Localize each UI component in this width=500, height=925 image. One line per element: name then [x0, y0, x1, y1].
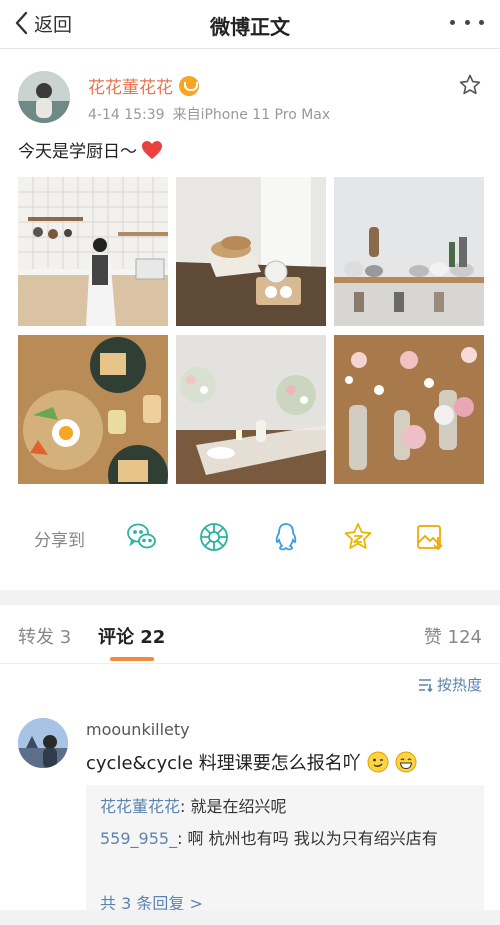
reply-author[interactable]: 559_955_ — [100, 829, 177, 848]
post-meta: 4-14 15:39 来自iPhone 11 Pro Max — [88, 104, 330, 124]
tab-comments[interactable]: 评论 22 — [98, 623, 165, 649]
tab-reposts[interactable]: 转发 3 — [18, 623, 71, 649]
wechat-icon[interactable] — [126, 521, 158, 553]
post-username[interactable]: 花花董花花 — [88, 73, 199, 98]
reply-box[interactable]: 花花董花花: 就是在绍兴呢 559_955_: 啊 杭州也有吗 我以为只有绍兴店… — [86, 785, 484, 925]
photo-breakfast[interactable] — [18, 335, 168, 484]
post-card: 花花董花花 4-14 15:39 来自iPhone 11 Pro Max 今天是学… — [0, 49, 500, 590]
comments-section: 按热度 moounkillety cycle&cycle 料理课要怎么报名吖 花… — [0, 664, 500, 925]
more-options-icon[interactable] — [450, 12, 484, 32]
save-image-icon[interactable] — [414, 521, 446, 553]
moments-icon[interactable] — [198, 521, 230, 553]
nav-bar: 返回 微博正文 — [0, 0, 500, 49]
tab-likes[interactable]: 赞 124 — [424, 623, 482, 649]
reply-item: 花花董花花: 就是在绍兴呢 — [100, 793, 476, 821]
comment-username[interactable]: moounkillety — [86, 720, 190, 739]
photo-flower-table[interactable] — [176, 335, 326, 484]
qzone-icon[interactable] — [342, 521, 374, 553]
tab-comments-count: 22 — [140, 627, 166, 648]
qq-icon[interactable] — [270, 521, 302, 553]
favorite-star-icon[interactable] — [458, 73, 482, 97]
bottom-spacer — [0, 910, 500, 925]
sort-label: 按热度 — [436, 676, 482, 694]
page-title: 微博正文 — [210, 15, 290, 39]
photo-flower-vases[interactable] — [334, 335, 484, 484]
avatar[interactable] — [18, 71, 70, 123]
grin-emoji-icon — [395, 751, 417, 773]
post-text: 今天是学厨日～ — [18, 137, 163, 162]
comment-text: cycle&cycle 料理课要怎么报名吖 — [86, 749, 417, 775]
comment-avatar[interactable] — [18, 718, 68, 768]
post-source: 来自iPhone 11 Pro Max — [172, 107, 331, 123]
member-badge-icon — [179, 75, 199, 96]
heart-emoji-icon — [142, 140, 162, 159]
active-tab-indicator — [110, 657, 154, 661]
sort-icon — [418, 678, 433, 692]
comment-text-content: cycle&cycle 料理课要怎么报名吖 — [86, 753, 361, 774]
tab-likes-count: 124 — [447, 627, 482, 648]
tab-reposts-count: 3 — [59, 627, 72, 648]
photo-grid — [18, 177, 484, 484]
interaction-tabs: 转发 3 评论 22 赞 124 — [0, 605, 500, 664]
post-text-content: 今天是学厨日～ — [18, 142, 137, 162]
reply-text: : 啊 杭州也有吗 我以为只有绍兴店有 — [177, 829, 438, 848]
share-label: 分享到 — [34, 531, 85, 551]
post-time: 4-14 15:39 — [88, 107, 165, 123]
wink-emoji-icon — [367, 751, 389, 773]
reply-author[interactable]: 花花董花花 — [100, 797, 180, 816]
share-row: 分享到 — [0, 517, 500, 557]
photo-bread-table[interactable] — [176, 177, 326, 326]
reply-item: 559_955_: 啊 杭州也有吗 我以为只有绍兴店有 — [100, 825, 476, 853]
reply-text: : 就是在绍兴呢 — [180, 797, 287, 816]
tab-reposts-label: 转发 — [18, 627, 54, 648]
tab-likes-label: 赞 — [423, 627, 442, 648]
photo-kitchen[interactable] — [18, 177, 168, 326]
sort-by-hot-button[interactable]: 按热度 — [417, 674, 482, 695]
username-text: 花花董花花 — [88, 78, 173, 98]
tab-comments-label: 评论 — [98, 627, 134, 648]
photo-dishware-shelf[interactable] — [334, 177, 484, 326]
